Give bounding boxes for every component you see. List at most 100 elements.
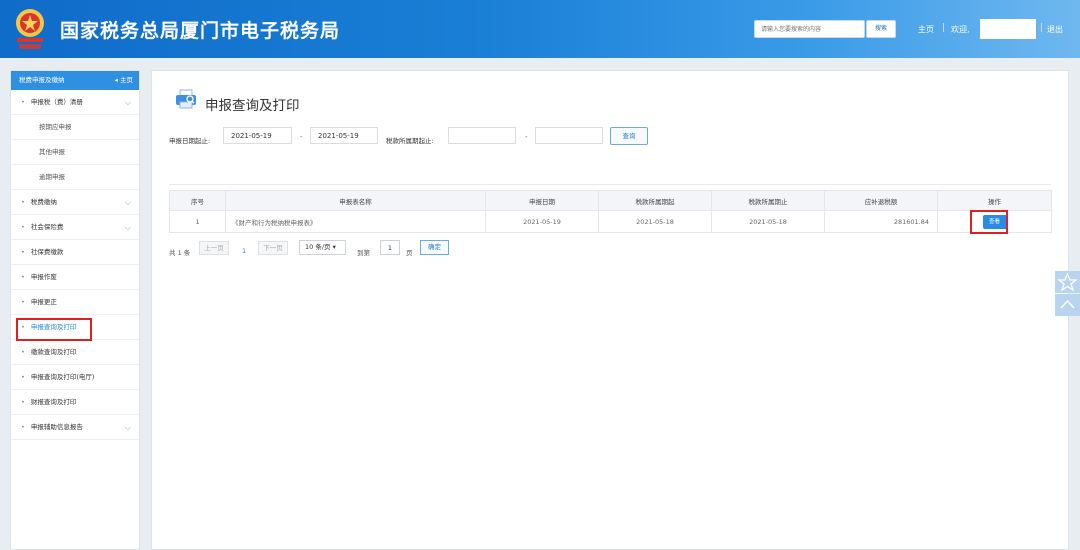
goto-page-input[interactable] <box>380 240 400 255</box>
main-panel: 申报查询及打印 申报日期起止: - 税款所属期起止: - 查询 序号 申报表名称… <box>151 70 1069 550</box>
home-link[interactable]: 主页 <box>918 24 934 35</box>
header-divider: | <box>1040 23 1044 33</box>
sidebar-item-label: 申报更正 <box>30 298 57 306</box>
sidebar-header-label: 税费申报及缴纳 <box>19 76 65 84</box>
bullet-icon: • <box>21 98 25 106</box>
sidebar-item-overdue-declare[interactable]: 逾期申报 <box>11 165 139 190</box>
header-bar: 国家税务总局厦门市电子税务局 搜索 主页 | 欢迎, | 退出 <box>0 0 1080 58</box>
col-header-index: 序号 <box>169 190 226 211</box>
cell-period-start: 2021-05-18 <box>598 210 712 233</box>
star-icon <box>1057 272 1078 292</box>
site-title: 国家税务总局厦门市电子税务局 <box>60 20 341 42</box>
sidebar-item-due-declare[interactable]: 按期应申报 <box>11 115 139 140</box>
period-label: 税款所属期起止: <box>386 137 434 145</box>
chevron-up-icon <box>1060 299 1075 309</box>
page-size-select[interactable]: 10 条/页 ▾ <box>299 240 346 255</box>
cell-amount: 281601.84 <box>824 210 938 233</box>
table-row: 1 《财产和行为税纳税申报表》 2021-05-19 2021-05-18 20… <box>169 210 1052 233</box>
sidebar-item-declare-void[interactable]: • 申报作废 <box>11 265 139 290</box>
sidebar-item-label: 社会保险费 <box>30 223 64 231</box>
search-input[interactable] <box>754 20 865 38</box>
favorite-button[interactable] <box>1055 271 1080 293</box>
back-to-top-button[interactable] <box>1055 294 1080 316</box>
cell-index: 1 <box>169 210 226 233</box>
chevron-down-icon: ⌵ <box>124 223 131 232</box>
bullet-icon: • <box>21 398 25 406</box>
sidebar-home-link[interactable]: ◂ 主页 <box>115 71 133 90</box>
sidebar-item-label: 申报辅助信息报告 <box>30 423 83 431</box>
cell-name: 《财产和行为税纳税申报表》 <box>225 210 486 233</box>
bullet-icon: • <box>21 273 25 281</box>
period-range-dash: - <box>525 133 528 141</box>
sidebar-item-label: 税费缴纳 <box>30 198 57 206</box>
date-range-dash: - <box>300 133 303 141</box>
goto-confirm-button[interactable]: 确定 <box>420 240 449 255</box>
section-divider <box>169 184 1051 185</box>
sidebar-item-label: 财报查询及打印 <box>30 398 77 406</box>
declaration-table: 序号 申报表名称 申报日期 税款所属期起 税款所属期止 应补退税额 操作 1 《… <box>169 190 1052 233</box>
sidebar-item-payment-query[interactable]: • 缴款查询及打印 <box>11 340 139 365</box>
goto-suffix: 页 <box>406 249 413 257</box>
decl-end-date-input[interactable] <box>310 127 378 144</box>
tax-emblem-icon <box>16 9 44 49</box>
bullet-icon: • <box>21 373 25 381</box>
current-page[interactable]: 1 <box>242 247 246 255</box>
sidebar-item-label: 社保费缴款 <box>30 248 64 256</box>
sidebar-item-social-payment[interactable]: • 社保费缴款 <box>11 240 139 265</box>
sidebar-item-label: 其他申报 <box>39 148 65 156</box>
username-mask <box>980 19 1036 39</box>
bullet-icon: • <box>21 198 25 206</box>
sidebar-item-declare-correct[interactable]: • 申报更正 <box>11 290 139 315</box>
sidebar-header: 税费申报及缴纳 ◂ 主页 <box>11 71 139 90</box>
chevron-down-icon: ⌵ <box>124 423 131 432</box>
col-header-period-end: 税款所属期止 <box>711 190 825 211</box>
goto-prefix: 到第 <box>357 249 370 257</box>
period-end-input[interactable] <box>535 127 603 144</box>
bullet-icon: • <box>21 348 25 356</box>
prev-page-button[interactable]: 上一页 <box>199 241 229 255</box>
view-highlight-box <box>970 210 1008 234</box>
sidebar-item-declare-query-hall[interactable]: • 申报查询及打印(电厅) <box>11 365 139 390</box>
col-header-decl-date: 申报日期 <box>485 190 599 211</box>
search-button[interactable]: 搜索 <box>866 20 896 38</box>
sidebar-item-tax-payment[interactable]: • 税费缴纳 ⌵ <box>11 190 139 215</box>
sidebar: 税费申报及缴纳 ◂ 主页 • 申报税（费）清册 ⌵ 按期应申报 其他申报 逾期申报 … <box>10 70 140 550</box>
sidebar-item-financial-query[interactable]: • 财报查询及打印 <box>11 390 139 415</box>
col-header-amount: 应补退税额 <box>824 190 938 211</box>
bullet-icon: • <box>21 298 25 306</box>
caret-down-icon: ▾ <box>332 243 336 251</box>
query-button[interactable]: 查询 <box>610 127 648 145</box>
chevron-down-icon: ⌵ <box>124 198 131 207</box>
page-size-value: 10 条/页 <box>305 243 331 251</box>
logout-link[interactable]: 退出 <box>1047 24 1063 35</box>
next-page-button[interactable]: 下一页 <box>258 241 288 255</box>
sidebar-item-label: 申报查询及打印(电厅) <box>30 373 95 381</box>
period-start-input[interactable] <box>448 127 516 144</box>
sidebar-item-label: 申报作废 <box>30 273 57 281</box>
bullet-icon: • <box>21 248 25 256</box>
sidebar-item-tax-list[interactable]: • 申报税（费）清册 ⌵ <box>11 90 139 115</box>
cell-period-end: 2021-05-18 <box>711 210 825 233</box>
page-title: 申报查询及打印 <box>205 98 300 114</box>
col-header-period-start: 税款所属期起 <box>598 190 712 211</box>
printer-search-icon <box>176 89 196 109</box>
col-header-name: 申报表名称 <box>225 190 486 211</box>
col-header-action: 操作 <box>937 190 1052 211</box>
welcome-text: 欢迎, <box>951 25 970 34</box>
sidebar-item-other-declare[interactable]: 其他申报 <box>11 140 139 165</box>
pagination-total: 共 1 条 <box>169 249 191 257</box>
sidebar-item-label: 申报税（费）清册 <box>30 98 83 106</box>
bullet-icon: • <box>21 423 25 431</box>
sidebar-item-label: 按期应申报 <box>39 123 72 131</box>
sidebar-item-social-insurance[interactable]: • 社会保险费 ⌵ <box>11 215 139 240</box>
table-header-row: 序号 申报表名称 申报日期 税款所属期起 税款所属期止 应补退税额 操作 <box>169 190 1052 211</box>
chevron-down-icon: ⌵ <box>124 98 131 107</box>
bullet-icon: • <box>21 223 25 231</box>
cell-decl-date: 2021-05-19 <box>485 210 599 233</box>
decl-date-label: 申报日期起止: <box>169 137 211 145</box>
sidebar-item-label: 逾期申报 <box>39 173 65 181</box>
sidebar-item-label: 缴款查询及打印 <box>30 348 77 356</box>
sidebar-highlight-box <box>16 318 92 341</box>
sidebar-item-aux-report[interactable]: • 申报辅助信息报告 ⌵ <box>11 415 139 440</box>
decl-start-date-input[interactable] <box>223 127 292 144</box>
